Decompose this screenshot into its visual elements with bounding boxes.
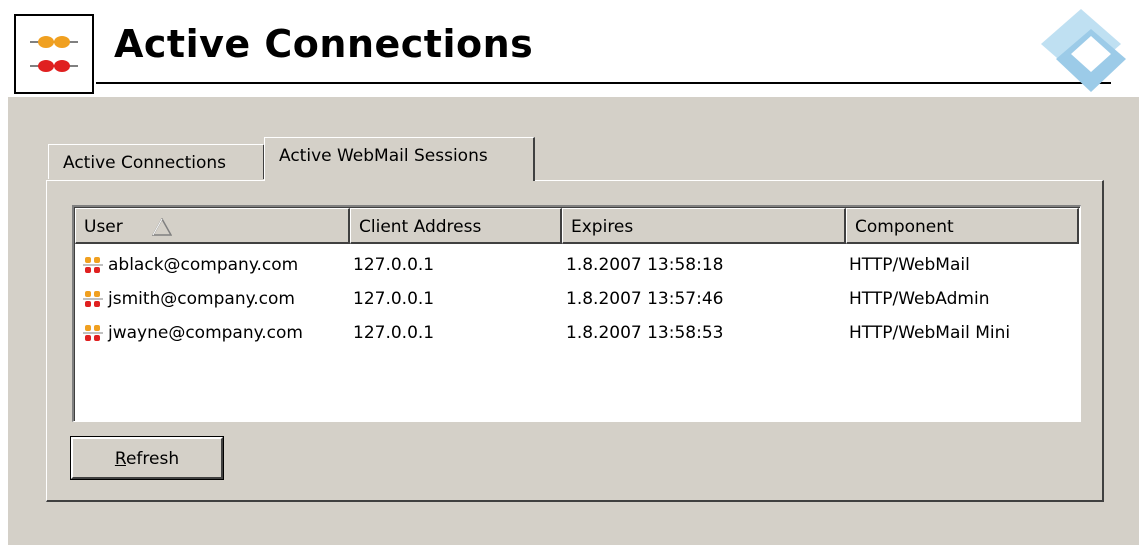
session-icon [83,257,103,273]
column-header-client-address[interactable]: Client Address [350,208,562,244]
refresh-accelerator: R [114,449,126,469]
user-cell: jwayne@company.com [108,323,303,343]
sessions-list[interactable]: User Client Address Expires Component ab… [72,205,1081,422]
column-label: Component [855,217,954,237]
column-label: Expires [571,217,634,237]
page-header: Active Connections [0,0,1139,96]
table-row[interactable]: jwayne@company.com 127.0.0.1 1.8.2007 13… [75,317,1079,350]
connections-icon [14,14,94,94]
tab-active-connections[interactable]: Active Connections [48,144,265,179]
table-row[interactable]: ablack@company.com 127.0.0.1 1.8.2007 13… [75,249,1079,282]
header-divider [96,82,1111,84]
column-label: Client Address [359,217,482,237]
client-address-cell: 127.0.0.1 [353,323,435,343]
brand-logo [1011,4,1131,99]
tab-label: Active WebMail Sessions [279,146,488,166]
refresh-button[interactable]: Refresh [70,436,224,480]
table-row[interactable]: jsmith@company.com 127.0.0.1 1.8.2007 13… [75,283,1079,316]
sort-ascending-icon [152,218,172,236]
column-header-component[interactable]: Component [846,208,1079,244]
user-cell: ablack@company.com [108,255,299,275]
expires-cell: 1.8.2007 13:58:18 [566,255,724,275]
session-icon [83,325,103,341]
column-header-user[interactable]: User [75,208,350,244]
column-header-expires[interactable]: Expires [562,208,846,244]
component-cell: HTTP/WebMail [849,255,970,275]
content-area: Active Connections Active WebMail Sessio… [8,97,1139,545]
session-icon [83,291,103,307]
component-cell: HTTP/WebAdmin [849,289,990,309]
tab-active-webmail-sessions[interactable]: Active WebMail Sessions [264,137,535,181]
user-cell: jsmith@company.com [108,289,295,309]
tab-label: Active Connections [63,153,227,173]
column-label: User [84,217,123,237]
client-address-cell: 127.0.0.1 [353,289,435,309]
expires-cell: 1.8.2007 13:58:53 [566,323,724,343]
expires-cell: 1.8.2007 13:57:46 [566,289,724,309]
tab-panel: User Client Address Expires Component ab… [46,180,1104,502]
client-address-cell: 127.0.0.1 [353,255,435,275]
refresh-label: efresh [125,449,180,469]
page-title: Active Connections [114,22,534,66]
component-cell: HTTP/WebMail Mini [849,323,1011,343]
